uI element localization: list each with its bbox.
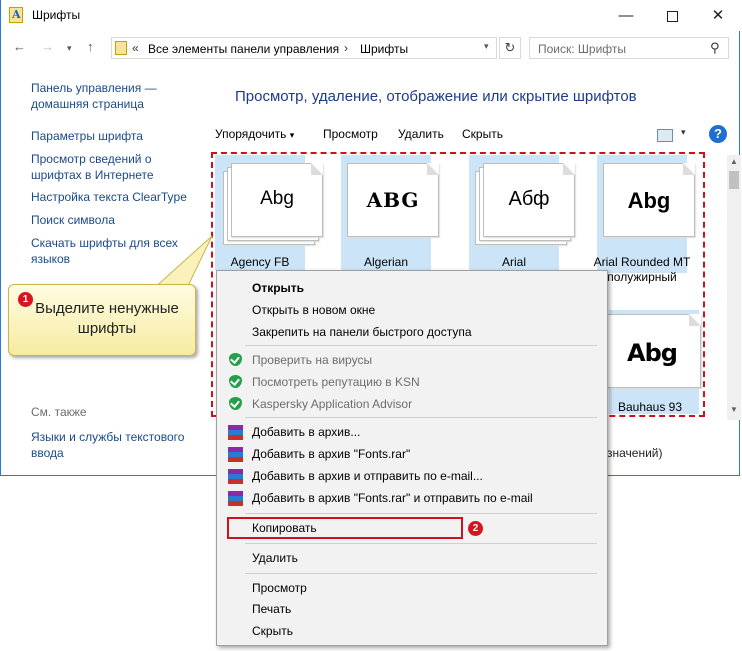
breadcrumb-overflow[interactable]: « [132,41,139,55]
help-icon[interactable]: ? [709,125,727,143]
title-bar: A Шрифты — ✕ [1,0,741,31]
vertical-scrollbar[interactable]: ▲ ▼ [727,155,741,420]
address-bar[interactable]: « Все элементы панели управления › Шрифт… [111,37,497,59]
organize-button[interactable]: Упорядочить ▾ [215,127,294,141]
organize-label: Упорядочить [215,127,287,141]
sidebar-link-font-settings[interactable]: Параметры шрифта [31,128,201,144]
kaspersky-shield-icon [229,397,242,410]
organize-dropdown-icon: ▾ [289,130,295,140]
view-mode-dropdown-icon[interactable]: ▾ [681,127,686,138]
forward-button[interactable]: → [41,39,54,54]
control-panel-icon [115,41,127,55]
menu-separator [245,417,597,418]
maximize-button[interactable] [649,0,695,31]
sidebar-link-download-fonts[interactable]: Скачать шрифты для всех языков [31,235,201,267]
menu-item-pin-quick-access[interactable]: Закрепить на панели быстрого доступа [252,325,472,339]
callout-text: Выделите ненужные шрифты [35,300,179,337]
view-mode-icon[interactable] [657,129,673,142]
navigation-bar: ← → ▾ ↑ « Все элементы панели управления… [1,31,741,65]
menu-item-kaspersky-advisor[interactable]: Kaspersky Application Advisor [252,397,412,411]
winrar-icon [228,469,243,484]
menu-item-scan-viruses[interactable]: Проверить на вирусы [252,353,372,367]
see-also-label: См. также [31,405,87,419]
search-icon: ⚲ [710,40,720,55]
breadcrumb-fonts[interactable]: Шрифты [360,42,408,56]
search-input[interactable]: Поиск: Шрифты ⚲ [529,37,729,59]
status-details: значений) [607,446,663,460]
menu-separator [245,573,597,574]
sidebar-link-cleartype[interactable]: Настройка текста ClearType [31,189,201,205]
refresh-button[interactable]: ↻ [499,37,521,59]
address-dropdown-icon[interactable]: ▾ [484,41,489,52]
winrar-icon [228,425,243,440]
menu-separator [245,513,597,514]
sidebar-link-languages[interactable]: Языки и службы текстового ввода [31,429,201,461]
delete-button[interactable]: Удалить [398,127,444,141]
step-badge-2: 2 [468,521,483,536]
sidebar-link-home[interactable]: Панель управления — домашняя страница [31,80,201,112]
step-badge-1: 1 [18,292,33,307]
menu-item-archive-and-email[interactable]: Добавить в архив и отправить по e-mail..… [252,469,483,483]
menu-separator [245,543,597,544]
winrar-icon [228,491,243,506]
scroll-thumb[interactable] [729,171,739,189]
menu-item-fonts-rar-and-email[interactable]: Добавить в архив "Fonts.rar" и отправить… [252,491,533,505]
menu-item-delete[interactable]: Удалить [252,551,298,565]
kaspersky-shield-icon [229,353,242,366]
menu-item-print[interactable]: Печать [252,602,291,616]
minimize-button[interactable]: — [603,0,649,31]
scroll-up-icon[interactable]: ▲ [730,157,738,166]
menu-item-preview[interactable]: Просмотр [252,581,307,595]
scroll-down-icon[interactable]: ▼ [730,405,738,414]
menu-item-add-to-fonts-rar[interactable]: Добавить в архив "Fonts.rar" [252,447,410,461]
menu-separator [245,345,597,346]
menu-item-open[interactable]: Открыть [252,281,304,295]
context-menu: Открыть Открыть в новом окне Закрепить н… [216,270,608,646]
recent-locations-button[interactable]: ▾ [67,43,72,54]
back-button[interactable]: ← [13,39,26,54]
kaspersky-shield-icon [229,375,242,388]
callout-bubble: Выделите ненужные шрифты [8,284,196,356]
fonts-app-icon: A [9,7,23,23]
menu-item-copy[interactable]: Копировать [252,521,317,535]
winrar-icon [228,447,243,462]
view-button[interactable]: Просмотр [323,127,378,141]
page-heading: Просмотр, удаление, отображение или скры… [235,88,637,105]
sidebar-link-find-character[interactable]: Поиск символа [31,212,201,228]
search-placeholder: Поиск: Шрифты [538,42,627,56]
sidebar-link-online-info[interactable]: Просмотр сведений о шрифтах в Интернете [31,151,201,183]
command-toolbar: Упорядочить ▾ Просмотр Удалить Скрыть ▾ … [215,125,735,147]
hide-button[interactable]: Скрыть [462,127,503,141]
close-button[interactable]: ✕ [695,0,741,31]
maximize-icon [666,11,678,22]
menu-item-hide[interactable]: Скрыть [252,624,293,638]
up-button[interactable]: ↑ [87,39,94,54]
menu-item-open-new-window[interactable]: Открыть в новом окне [252,303,375,317]
menu-item-ksn-reputation[interactable]: Посмотреть репутацию в KSN [252,375,420,389]
breadcrumb-all-items[interactable]: Все элементы панели управления [148,42,339,56]
breadcrumb-separator[interactable]: › [344,41,348,55]
menu-item-add-to-archive[interactable]: Добавить в архив... [252,425,360,439]
window-title: Шрифты [32,8,81,22]
